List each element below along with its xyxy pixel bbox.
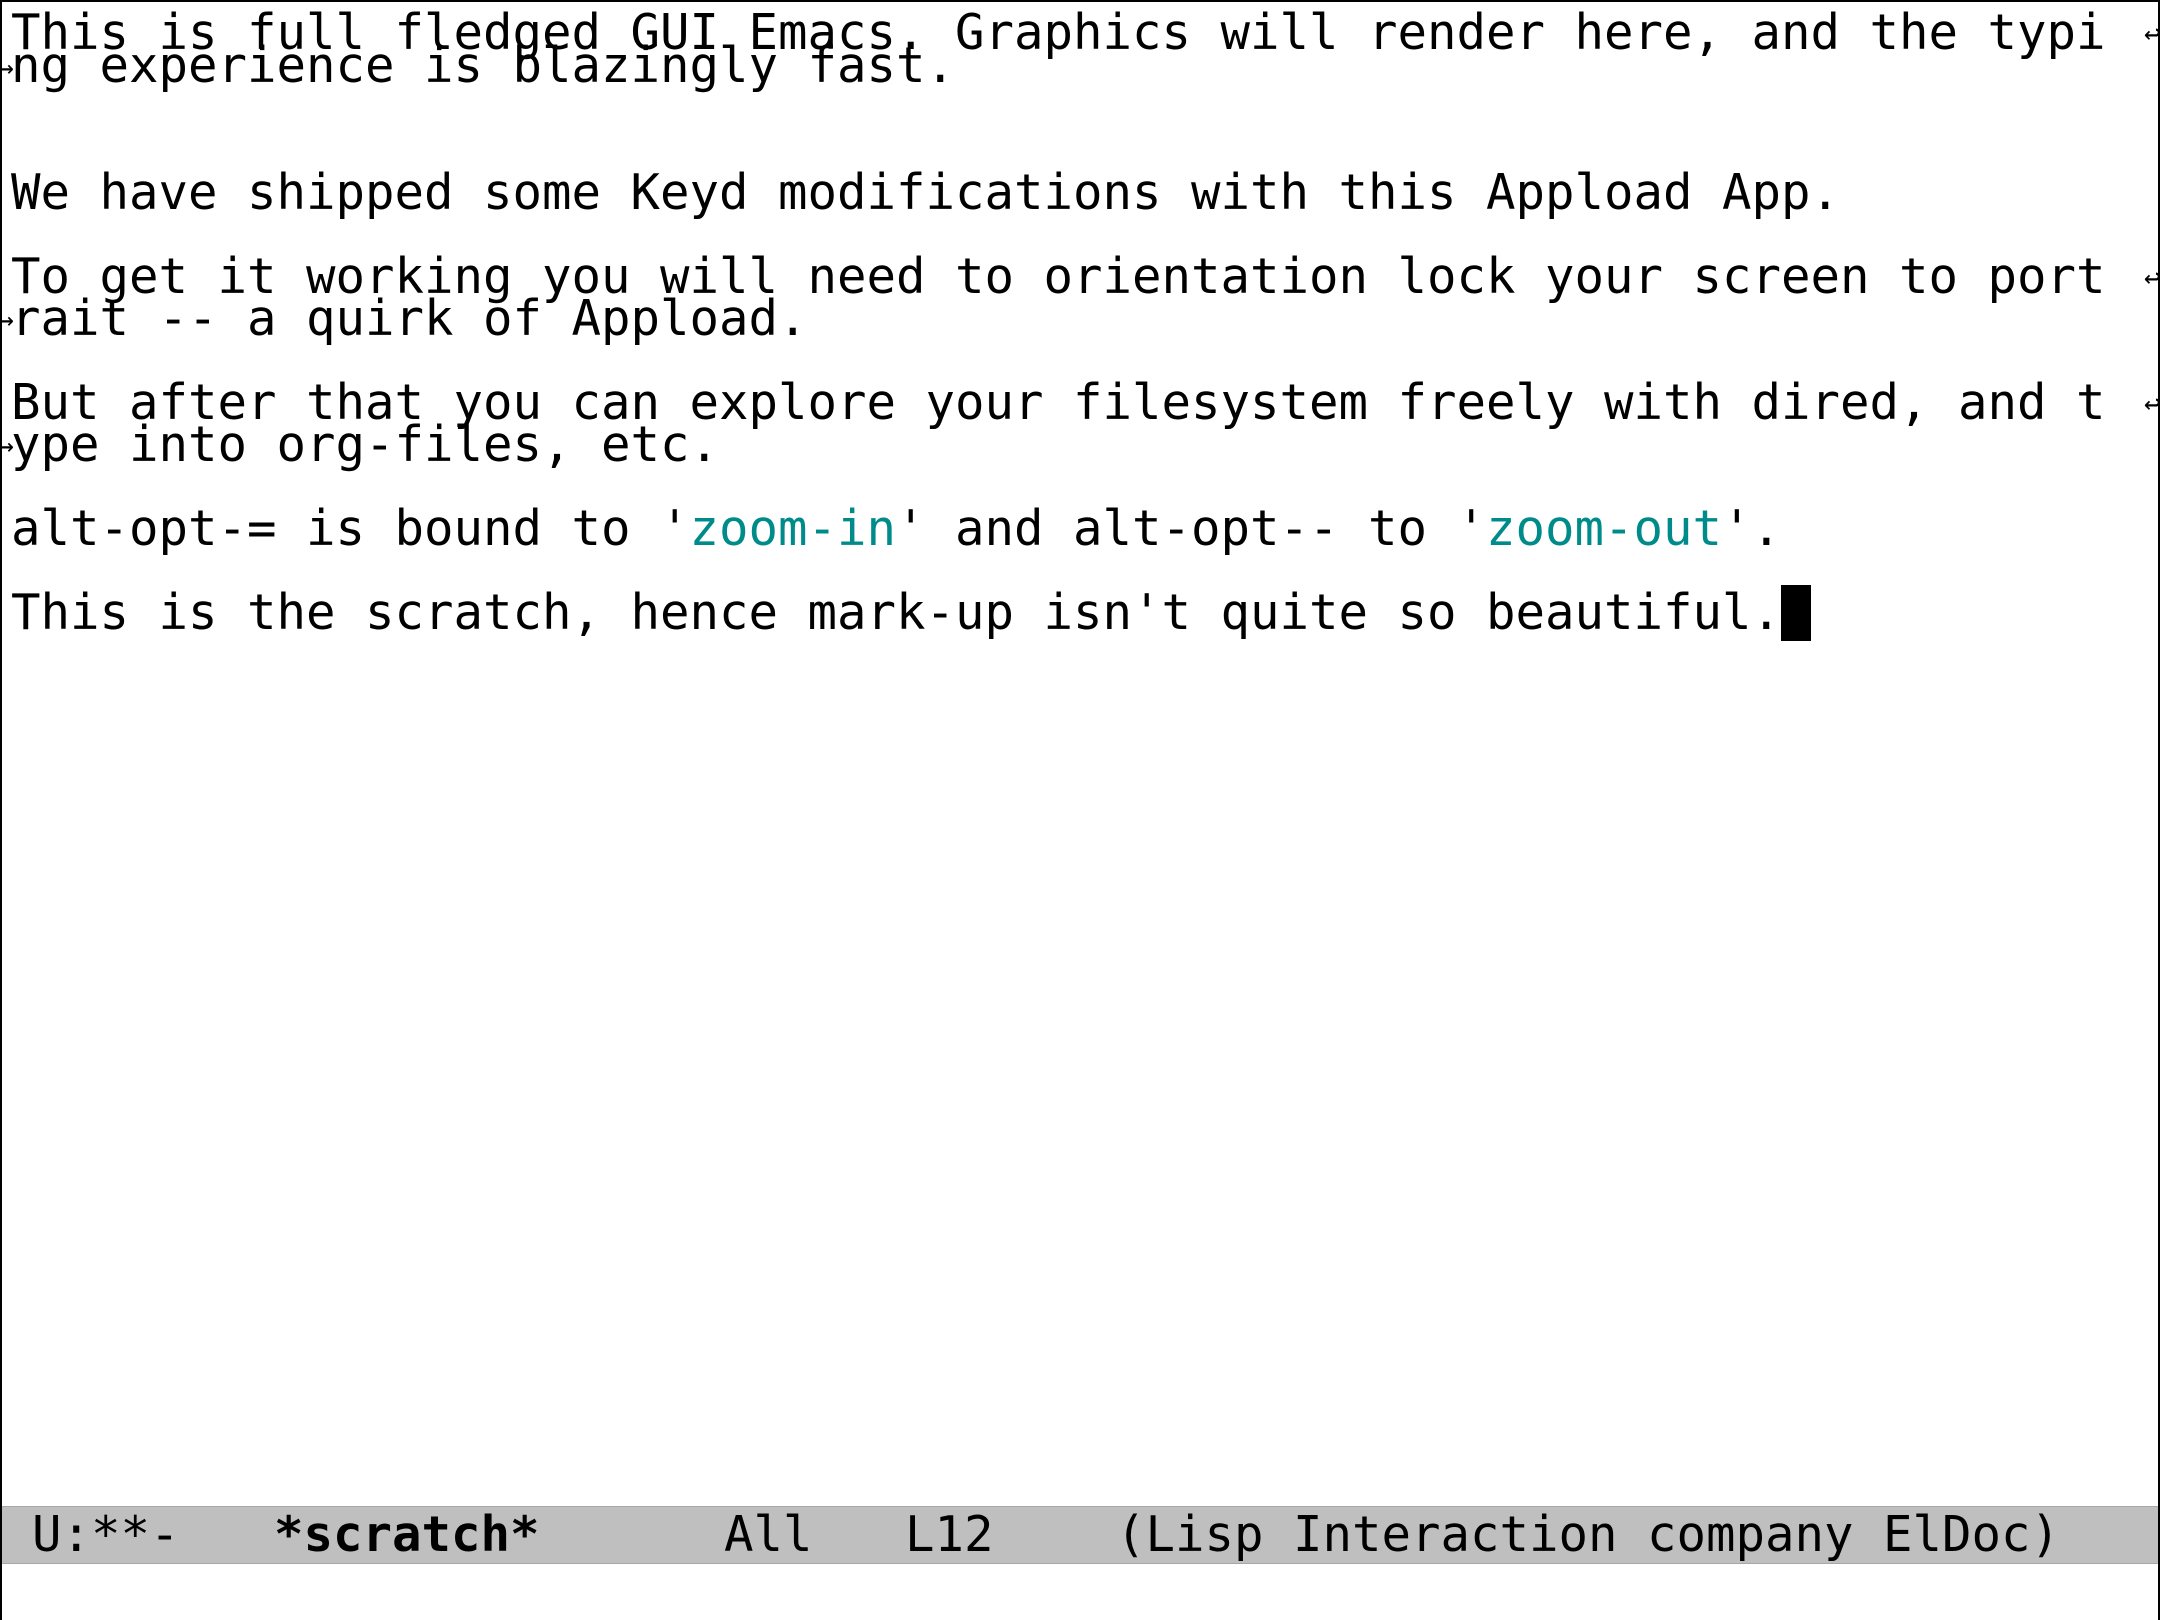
minibuffer[interactable]: [2, 1564, 2158, 1620]
scratch-line-text: This is the scratch, hence mark-up isn't…: [11, 584, 1782, 641]
scratch-buffer[interactable]: This is full fledged GUI Emacs. Graphics…: [2, 2, 2158, 1502]
modeline-line-number: L12: [905, 1506, 994, 1563]
modeline-major-minor-modes[interactable]: (Lisp Interaction company ElDoc): [1116, 1507, 2060, 1563]
modeline-status[interactable]: U:**-: [32, 1507, 180, 1563]
buffer-line-scratch[interactable]: This is the scratch, hence mark-up isn't…: [11, 584, 1812, 642]
fringe-continuation-right-icon: ↩: [2144, 261, 2158, 294]
zoom-out-function-name[interactable]: zoom-out: [1486, 500, 1722, 557]
buffer-line-zoom[interactable]: alt-opt-= is bound to 'zoom-in' and alt-…: [11, 500, 1781, 558]
buffer-line-dired-cont[interactable]: ype into org-files, etc.: [11, 416, 719, 474]
fringe-continuation-right-icon: ↩: [2144, 17, 2158, 50]
buffer-line-keyd[interactable]: We have shipped some Keyd modifications …: [11, 164, 1840, 222]
buffer-line-orientation-cont[interactable]: rait -- a quirk of Appload.: [11, 290, 808, 348]
fringe-continuation-left-icon: ↪: [2, 429, 14, 462]
fringe-continuation-right-icon: ↩: [2144, 387, 2158, 420]
fringe-continuation-left-icon: ↪: [2, 303, 14, 336]
zoom-text-1: alt-opt-= is bound to ': [11, 500, 690, 557]
modeline-buffer-name[interactable]: *scratch*: [274, 1507, 540, 1563]
modeline-position: All: [724, 1506, 813, 1563]
text-cursor: [1781, 585, 1812, 641]
buffer-line-2[interactable]: ng experience is blazingly fast.: [11, 37, 955, 95]
zoom-in-function-name[interactable]: zoom-in: [690, 500, 897, 557]
zoom-text-2: ' and alt-opt-- to ': [896, 500, 1487, 557]
zoom-text-3: '.: [1722, 500, 1782, 557]
fringe-continuation-left-icon: ↪: [2, 51, 14, 84]
emacs-frame: This is full fledged GUI Emacs. Graphics…: [0, 0, 2160, 1620]
mode-line[interactable]: U:**- *scratch* All L12 (Lisp Interactio…: [2, 1506, 2158, 1564]
